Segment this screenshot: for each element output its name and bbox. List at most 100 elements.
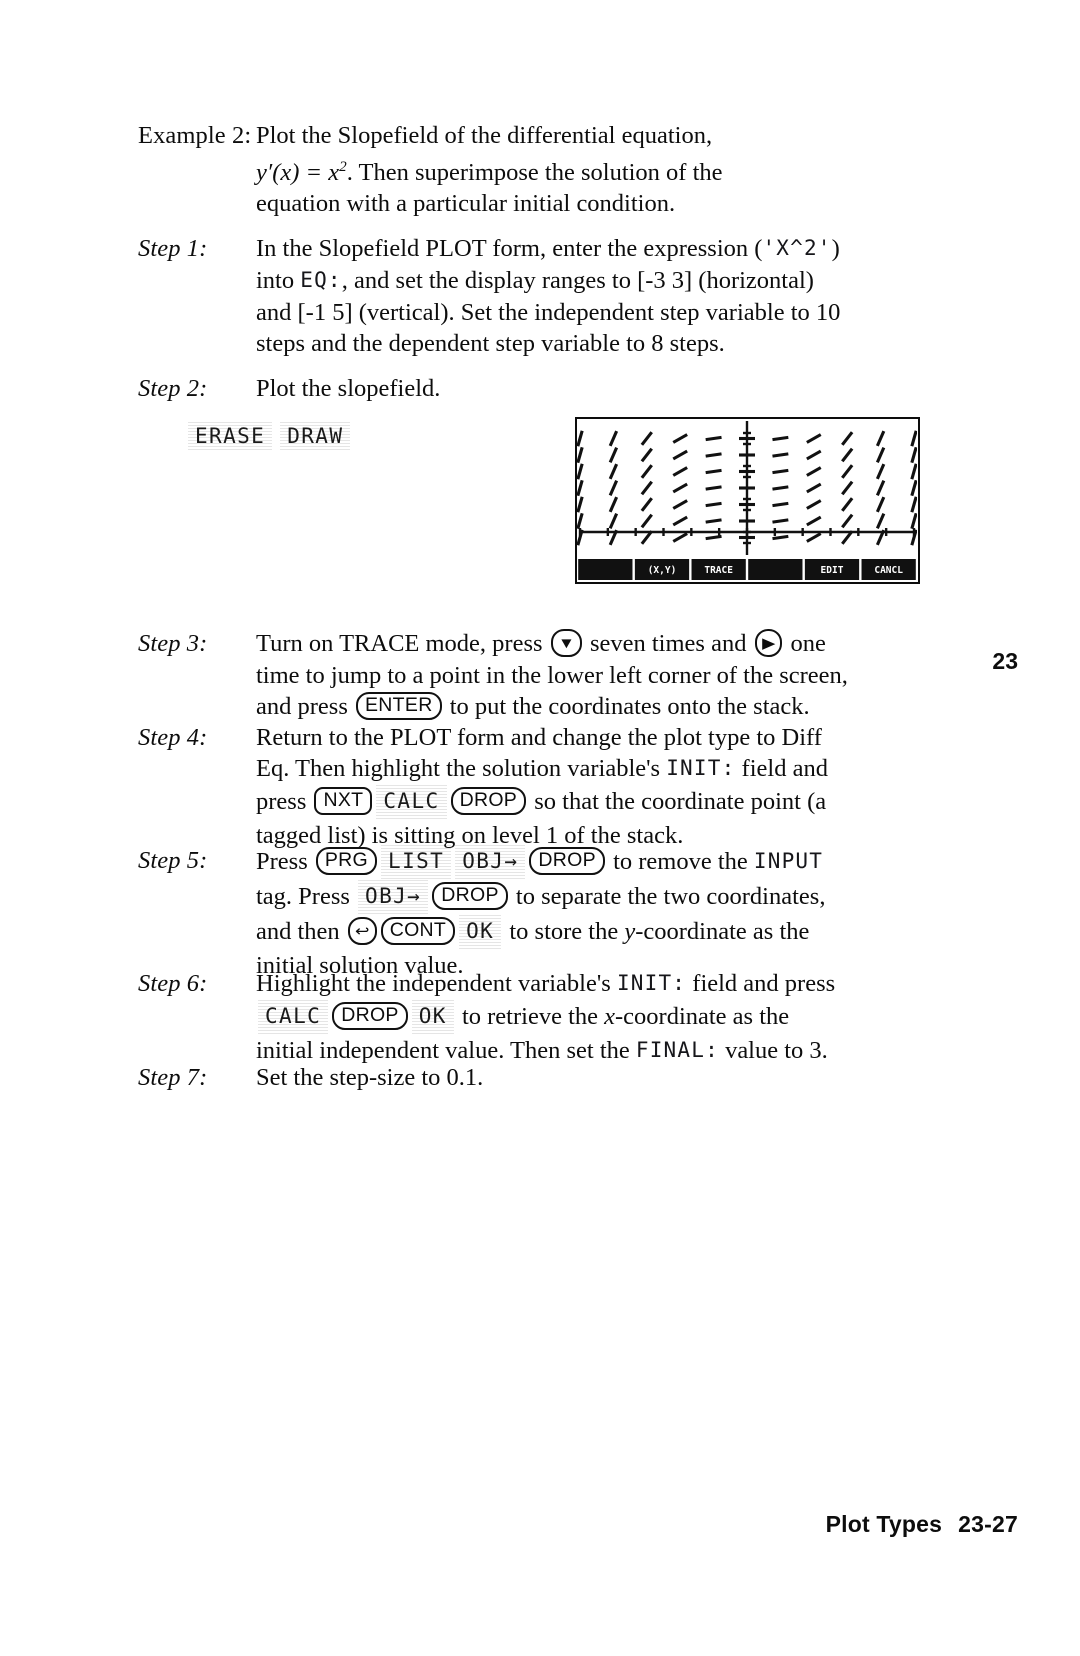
step3-l1a: Turn on TRACE mode, press xyxy=(256,630,549,657)
plot-softkey[interactable]: (X,Y) xyxy=(634,559,690,580)
step3-line-2: time to jump to a point in the lower lef… xyxy=(256,662,848,689)
step4-l2a: Eq. Then highlight the solution variable… xyxy=(256,755,667,782)
step6-block: Step 6: Highlight the independent variab… xyxy=(138,968,983,1067)
math-y: y xyxy=(624,918,636,945)
step3-l3b: to put the coordinates onto the stack. xyxy=(443,693,810,720)
step5-body: Press PRG LIST OBJ→ DROP to remove the INPU… xyxy=(256,844,983,981)
step4-block: Step 4: Return to the PLOT form and chan… xyxy=(138,722,978,851)
step6-l2b-pre: to retrieve the xyxy=(455,1003,605,1030)
example-block: Example 2: Plot the Slopefield of the di… xyxy=(138,120,968,219)
step1-block: Step 1: In the Slopefield PLOT form, ent… xyxy=(138,233,978,359)
step3-body: Turn on TRACE mode, press ▼ seven times … xyxy=(256,628,968,723)
svg-text:CANCL: CANCL xyxy=(874,565,903,576)
footer-title: Plot Types xyxy=(825,1511,943,1537)
step3-l3a: and press xyxy=(256,693,354,720)
step5-line-2: tag. Press OBJ→ DROP to separate the two … xyxy=(256,879,983,915)
step3-label: Step 3: xyxy=(138,630,208,657)
step5-l2a: tag. Press xyxy=(256,883,357,910)
key-enter[interactable]: ENTER xyxy=(355,691,442,720)
softkey-ok[interactable]: OK xyxy=(411,999,454,1034)
lcd-init-field-independent: INIT: xyxy=(616,971,687,995)
step6-l1a: Highlight the independent variable's xyxy=(256,970,617,997)
step1-l2a: into xyxy=(256,267,301,294)
footer-page-number: 23-27 xyxy=(958,1511,1018,1537)
key-nxt[interactable]: NXT xyxy=(314,786,373,815)
softkey-obj-to[interactable]: OBJ→ xyxy=(455,844,526,879)
step1-line-3: and [-1 5] (vertical). Set the independe… xyxy=(256,299,841,326)
step5-l1a: Press xyxy=(256,848,314,875)
key-drop[interactable]: DROP xyxy=(432,881,508,910)
plot-softkey[interactable] xyxy=(748,559,803,580)
step4-l2b: field and xyxy=(735,755,828,782)
lcd-init-field-solution: INIT: xyxy=(666,756,736,780)
softkey-draw[interactable]: DRAW xyxy=(280,422,351,450)
key-back-arrow[interactable]: ↩ xyxy=(347,916,377,945)
step3-line-1: Turn on TRACE mode, press ▼ seven times … xyxy=(256,628,968,660)
step7-body: Set the step-size to 0.1. xyxy=(256,1062,738,1093)
svg-text:(X,Y): (X,Y) xyxy=(648,565,677,576)
step3-line-3: and press ENTER to put the coordinates o… xyxy=(256,691,968,723)
step6-l3b: value to 3. xyxy=(718,1037,828,1064)
softkey-calc[interactable]: CALC xyxy=(376,784,447,819)
key-cont[interactable]: CONT xyxy=(380,916,456,945)
step4-l3a: press xyxy=(256,788,313,815)
plot-softkey[interactable]: EDIT xyxy=(804,559,860,580)
softkey-list[interactable]: LIST xyxy=(381,844,452,879)
plot-softkey[interactable]: TRACE xyxy=(691,559,746,580)
step5-l3b-post: -coordinate as the xyxy=(635,918,810,945)
math-arg: (x) = x xyxy=(272,159,340,187)
step1-l1a: In the Slopefield PLOT form, enter the e… xyxy=(256,235,763,262)
step4-body: Return to the PLOT form and change the p… xyxy=(256,722,978,851)
step3-block: Step 3: Turn on TRACE mode, press ▼ seve… xyxy=(138,628,968,723)
softkey-ok[interactable]: OK xyxy=(459,914,502,949)
manual-page: Example 2: Plot the Slopefield of the di… xyxy=(0,0,1080,1656)
slopefield-canvas: (X,Y) TRACE EDIT CANCL xyxy=(577,421,917,580)
step5-l2b: to separate the two coordinates, xyxy=(509,883,826,910)
step7-block: Step 7: Set the step-size to 0.1. xyxy=(138,1062,738,1093)
step4-l3b: so that the coordinate point (a xyxy=(528,788,827,815)
key-prg[interactable]: PRG xyxy=(315,846,378,875)
step5-l1b: to remove the xyxy=(606,848,754,875)
svg-text:TRACE: TRACE xyxy=(704,565,733,576)
key-right-arrow[interactable]: ▶ xyxy=(754,628,783,657)
step2-label: Step 2: xyxy=(138,375,208,402)
plot-softkey[interactable] xyxy=(578,559,633,580)
math-y: y xyxy=(256,159,267,187)
lcd-final-field: FINAL: xyxy=(635,1038,719,1062)
example-line-2-rest: . Then superimpose the solution of the xyxy=(346,159,723,187)
step5-l3b-pre: to store the xyxy=(503,918,625,945)
step1-label: Step 1: xyxy=(138,235,208,262)
step4-line-3: press NXT CALC DROP so that the coordinate… xyxy=(256,784,978,820)
softkey-obj-to[interactable]: OBJ→ xyxy=(358,879,429,914)
plot-softkey[interactable]: CANCL xyxy=(861,559,916,580)
step1-line-4: steps and the dependent step variable to… xyxy=(256,330,725,357)
step6-line-2: CALC DROP OK to retrieve the x-coordinate … xyxy=(256,999,983,1035)
example-line-3: equation with a particular initial condi… xyxy=(256,190,676,218)
key-drop[interactable]: DROP xyxy=(529,846,605,875)
step3-l1b: seven times and xyxy=(583,630,753,657)
margin-chapter-number: 23 xyxy=(992,648,1018,674)
step5-line-3: and then ↩ CONT OK to store the y-coordina… xyxy=(256,914,983,950)
lcd-eq-field: EQ: xyxy=(300,268,342,292)
math-exponent: 2 xyxy=(339,158,347,175)
step5-label: Step 5: xyxy=(138,847,208,874)
softkey-erase[interactable]: ERASE xyxy=(188,422,273,450)
step5-block: Step 5: Press PRG LIST OBJ→ DROP to remove … xyxy=(138,844,983,981)
example-label: Example 2: xyxy=(138,122,252,149)
step4-line-2: Eq. Then highlight the solution variable… xyxy=(256,753,978,785)
step2-body: Plot the slopefield. xyxy=(256,373,568,404)
math-x: x xyxy=(604,1003,615,1030)
slopefield-plot-screen: (X,Y) TRACE EDIT CANCL xyxy=(575,417,920,584)
key-drop[interactable]: DROP xyxy=(332,1001,408,1030)
example-line-2: y′(x) = x2. Then superimpose the solutio… xyxy=(256,151,968,188)
softkey-calc[interactable]: CALC xyxy=(258,999,329,1034)
key-down-arrow[interactable]: ▼ xyxy=(550,628,582,657)
lcd-expression: 'X^2' xyxy=(762,236,832,260)
step6-line-1: Highlight the independent variable's INI… xyxy=(256,968,983,1000)
step5-l3a: and then xyxy=(256,918,346,945)
step1-body: In the Slopefield PLOT form, enter the e… xyxy=(256,233,978,359)
key-drop[interactable]: DROP xyxy=(450,786,527,815)
step1-l1b: ) xyxy=(831,235,840,262)
step4-line-1: Return to the PLOT form and change the p… xyxy=(256,724,822,751)
page-footer: Plot Types 23-27 xyxy=(826,1511,1018,1538)
